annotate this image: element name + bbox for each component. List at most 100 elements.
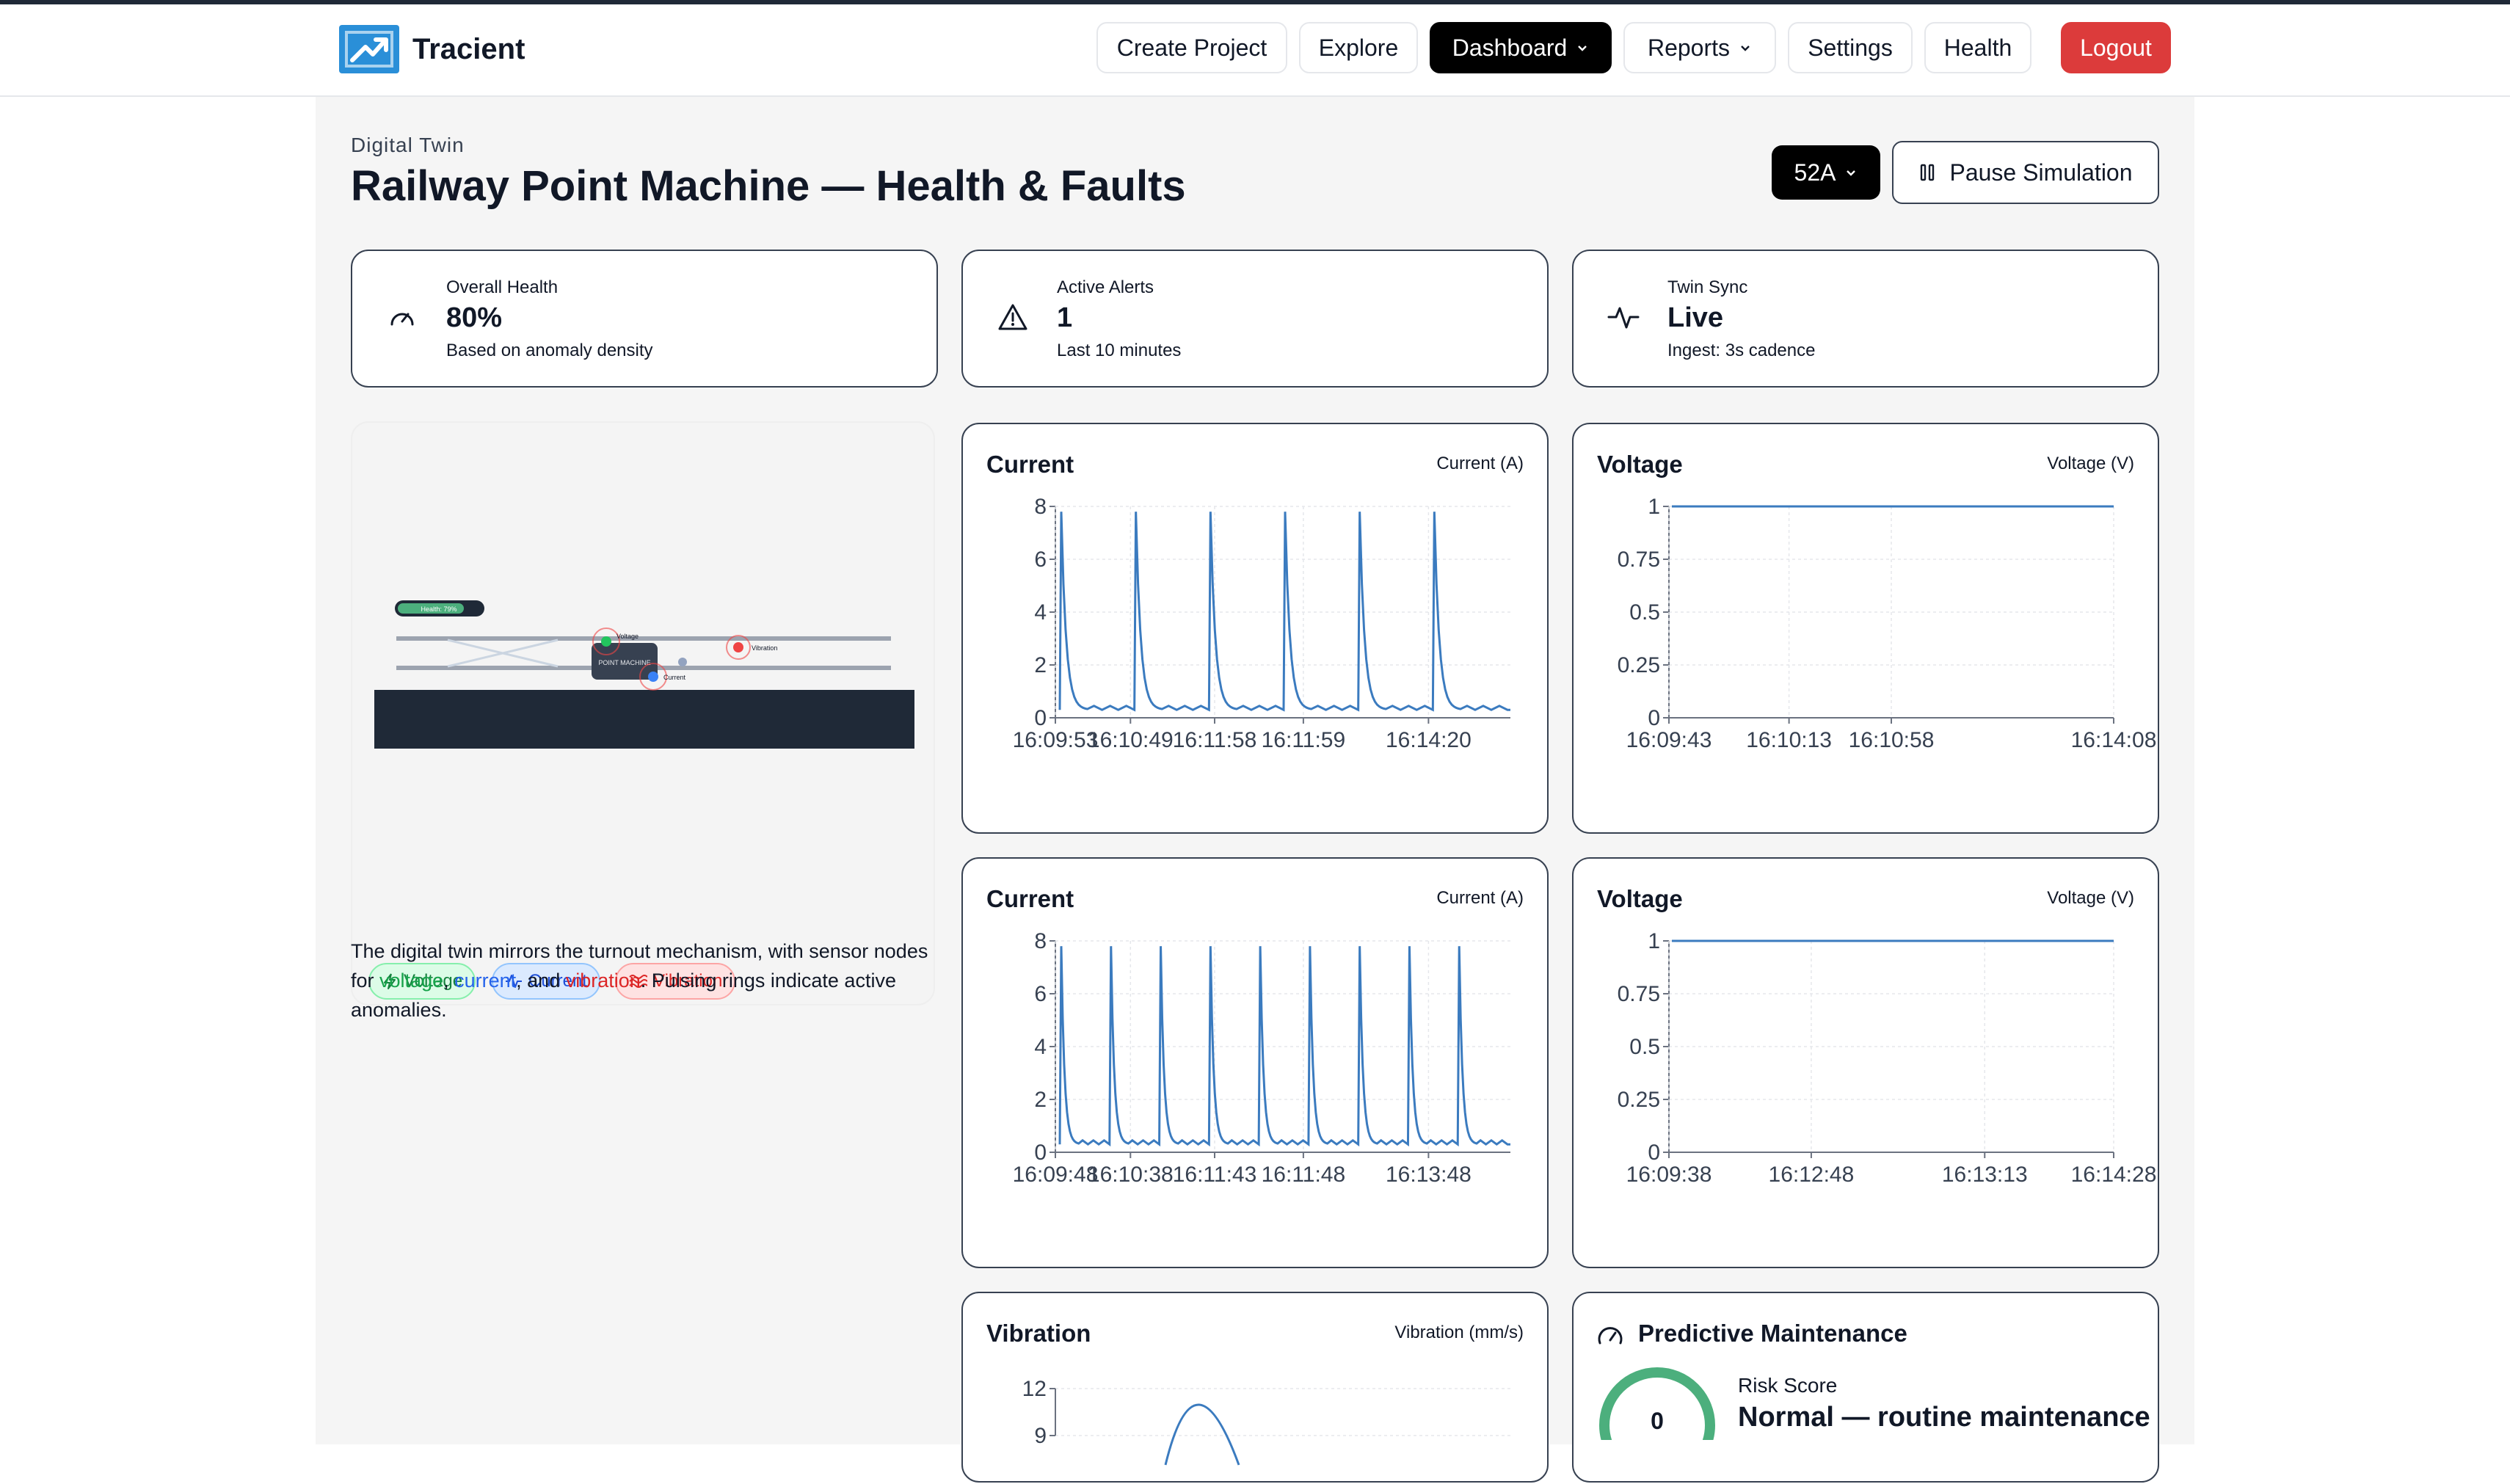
desc-text: , and <box>516 970 566 992</box>
stat-card-sync: Twin Sync Live Ingest: 3s cadence <box>1572 250 2159 388</box>
x-tick-label: 16:10:58 <box>1849 728 1935 752</box>
current-chart[interactable]: 8 6 4 2 016:09:5316:10:49 16:11:58 16:11:59 16:… <box>963 490 1547 813</box>
desc-vibration-link: vibration <box>565 970 641 992</box>
chart-title: Voltage <box>1597 885 1683 912</box>
x-tick-label: 16:11:43 <box>1173 1163 1257 1187</box>
risk-score-value: 0 <box>1651 1408 1664 1434</box>
dashboard-dropdown-button[interactable]: Dashboard <box>1430 22 1612 73</box>
chevron-down-icon <box>1578 46 1587 51</box>
voltage-chart[interactable]: 1 0.75 0.5 0.25 016:09:43 16:10:13 16:10:58 16:… <box>1574 490 2158 813</box>
ground-block <box>374 690 914 749</box>
y-tick-label: 0 <box>1034 706 1047 730</box>
series-line <box>1164 1403 1240 1466</box>
health-tag-label: Health: 79% <box>421 605 456 613</box>
voltage-chart-2[interactable]: 1 0.75 0.5 0.25 016:09:38 16:12:48 16:13:13 16:… <box>1574 925 2158 1248</box>
chevron-down-icon <box>1741 46 1750 51</box>
stat-card-alerts: Active Alerts 1 Last 10 minutes <box>961 250 1549 388</box>
activity-icon <box>1607 307 1640 329</box>
x-tick-label: 16:13:48 <box>1386 1163 1472 1187</box>
create-project-button[interactable]: Create Project <box>1096 22 1287 73</box>
gauge-icon <box>1598 1327 1623 1345</box>
switch-blades <box>447 639 559 668</box>
y-tick-label: 2 <box>1034 653 1047 677</box>
tracient-logo-icon <box>339 25 399 73</box>
voltage-chart-card: Voltage Voltage (V) 1 0.75 0.5 0.25 0 16:09:4… <box>1572 423 2159 834</box>
digital-twin-panel: Health: 79% POINT MACHINE Voltage Curren… <box>351 421 935 1005</box>
y-tick-label: 0.25 <box>1618 1088 1660 1112</box>
current-chart-card: Current Current (A) 8 6 4 2 0 16:09:53 16:10:4… <box>961 423 1549 834</box>
y-tick-label: 0 <box>1034 1141 1047 1165</box>
chart-title: Voltage <box>1597 451 1683 478</box>
explore-button[interactable]: Explore <box>1299 22 1418 73</box>
warning-triangle-icon <box>998 304 1027 330</box>
pause-simulation-label: Pause Simulation <box>1949 159 2133 186</box>
chart-unit: Current (A) <box>1436 454 1524 473</box>
y-tick-label: 1 <box>1648 495 1660 519</box>
reports-label: Reports <box>1647 34 1731 61</box>
stat-label: Overall Health <box>446 277 559 297</box>
chart-unit: Vibration (mm/s) <box>1394 1323 1524 1342</box>
chart-title: Current <box>986 885 1074 912</box>
x-tick-label: 16:14:08 <box>2071 728 2157 752</box>
x-tick-label: 16:09:53 <box>1013 728 1099 752</box>
stat-label: Twin Sync <box>1667 277 1748 297</box>
y-tick-label: 0.25 <box>1618 653 1660 677</box>
y-tick-label: 8 <box>1034 495 1047 519</box>
x-tick-label: 16:11:48 <box>1262 1163 1346 1187</box>
connector-dot <box>678 658 687 666</box>
gauge-icon <box>390 313 414 326</box>
chart-unit: Voltage (V) <box>2047 454 2134 473</box>
brand[interactable]: Tracient <box>339 25 525 73</box>
y-tick-label: 1 <box>1648 929 1660 953</box>
chart-title: Vibration <box>986 1320 1091 1347</box>
device-select[interactable]: 52A <box>1772 145 1880 200</box>
voltage-sensor-node[interactable] <box>601 636 611 647</box>
settings-button[interactable]: Settings <box>1788 22 1913 73</box>
logout-button[interactable]: Logout <box>2061 22 2171 73</box>
digital-twin-scene[interactable]: Health: 79% POINT MACHINE Voltage Curren… <box>352 423 936 863</box>
health-label: Health <box>1943 34 2012 61</box>
risk-score-label: Risk Score <box>1738 1374 1838 1397</box>
main-content: Digital Twin Railway Point Machine — Hea… <box>316 97 2194 1483</box>
desc-text: , <box>443 970 455 992</box>
brand-name: Tracient <box>412 32 525 65</box>
x-tick-label: 16:13:13 <box>1942 1163 2028 1187</box>
x-tick-label: 16:11:59 <box>1262 728 1346 752</box>
x-tick-label: 16:12:48 <box>1769 1163 1855 1187</box>
stat-sub: Based on anomaly density <box>446 341 653 360</box>
stat-sub: Last 10 minutes <box>1057 341 1182 360</box>
stat-label: Active Alerts <box>1057 277 1154 297</box>
vibration-chart-card: Vibration Vibration (mm/s) 12 9 <box>961 1292 1549 1483</box>
series-line <box>1058 946 1510 1147</box>
explore-label: Explore <box>1318 34 1399 61</box>
current-chart-2[interactable]: 8 6 4 2 016:09:4816:10:38 16:11:43 16:11:48 16:… <box>963 925 1547 1248</box>
y-tick-label: 0 <box>1648 1141 1660 1165</box>
stat-value: 1 <box>1057 302 1073 333</box>
voltage-chart-card-2: Voltage Voltage (V) 1 0.75 0.5 0.25 0 16:09:3… <box>1572 857 2159 1268</box>
pause-simulation-button[interactable]: Pause Simulation <box>1892 141 2159 204</box>
vibration-sensor-node[interactable] <box>733 642 743 652</box>
y-tick-label: 0.5 <box>1629 600 1660 625</box>
x-tick-label: 16:09:48 <box>1013 1163 1099 1187</box>
chart-unit: Voltage (V) <box>2047 888 2134 908</box>
predictive-maintenance-card: Predictive Maintenance 0 Risk Score Norm… <box>1572 1292 2159 1483</box>
x-tick-label: 16:09:43 <box>1626 728 1712 752</box>
y-tick-label: 4 <box>1034 600 1047 625</box>
vibration-sensor-label: Vibration <box>752 644 777 652</box>
reports-dropdown-button[interactable]: Reports <box>1623 22 1776 73</box>
voltage-sensor-label: Voltage <box>616 633 639 640</box>
chevron-down-icon <box>1847 170 1856 176</box>
x-tick-label: 16:11:58 <box>1173 728 1257 752</box>
current-sensor-node[interactable] <box>648 672 658 682</box>
stat-value: Live <box>1667 302 1724 333</box>
y-tick-label: 0.5 <box>1629 1035 1660 1059</box>
y-tick-label: 12 <box>1022 1377 1047 1401</box>
vibration-chart[interactable]: 12 9 <box>963 1359 1547 1484</box>
x-tick-label: 16:14:20 <box>1386 728 1472 752</box>
y-tick-label: 9 <box>1034 1424 1047 1448</box>
health-button[interactable]: Health <box>1924 22 2031 73</box>
settings-label: Settings <box>1808 34 1893 61</box>
maintenance-title: Predictive Maintenance <box>1638 1320 1907 1347</box>
y-tick-label: 0.75 <box>1618 982 1660 1006</box>
desc-current-link: current <box>454 970 517 992</box>
